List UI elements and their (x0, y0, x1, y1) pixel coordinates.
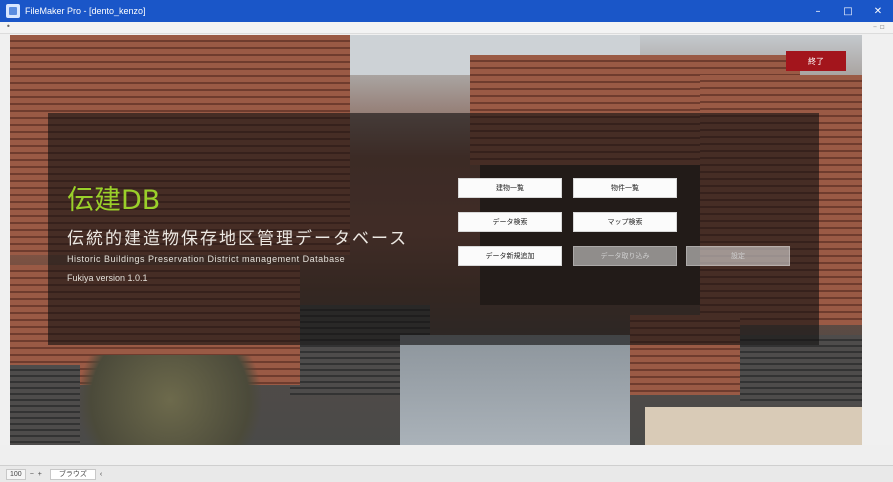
app-subtitle-japanese: 伝統的建造物保存地区管理データベース (67, 229, 409, 249)
exit-button[interactable]: 終了 (786, 51, 846, 71)
layout-bottom-margin (0, 445, 893, 465)
menu-strip: • – ▫ (0, 22, 893, 34)
fence-lower-right (645, 407, 862, 445)
property-list-button[interactable]: 物件一覧 (573, 178, 677, 198)
menu-overlay-card: 伝建DB 伝統的建造物保存地区管理データベース Historic Buildin… (48, 113, 819, 345)
zoom-level[interactable]: 100 (6, 468, 26, 480)
app-version: Fukiya version 1.0.1 (67, 273, 148, 283)
data-import-button[interactable]: データ取り込み (573, 246, 677, 266)
status-bar: 100 − + ブラウズ ‹ (0, 465, 893, 482)
menu-dot-icon[interactable]: • (6, 22, 11, 31)
mode-selector[interactable]: ブラウズ (49, 468, 96, 480)
window-controls: – □ ✕ (803, 0, 893, 22)
roof-tiles-left-top (10, 35, 350, 105)
close-button[interactable]: ✕ (863, 0, 893, 22)
data-search-button[interactable]: データ検索 (458, 212, 562, 232)
home-layout-panel: 終了 伝建DB 伝統的建造物保存地区管理データベース Historic Buil… (10, 35, 862, 445)
filemaker-app-icon (6, 4, 20, 18)
stone-road (400, 335, 630, 445)
window-title: FileMaker Pro - [dento_kenzo] (25, 6, 146, 16)
tree-lower-left (50, 355, 290, 445)
maximize-button[interactable]: □ (833, 0, 863, 22)
building-list-button[interactable]: 建物一覧 (458, 178, 562, 198)
settings-button[interactable]: 設定 (686, 246, 790, 266)
scroll-left-arrow-icon[interactable]: ‹ (100, 471, 102, 478)
minimize-button[interactable]: – (803, 0, 833, 22)
zoom-in-button[interactable]: + (38, 471, 42, 478)
metal-roof-right (740, 335, 862, 405)
title-bar: FileMaker Pro - [dento_kenzo] – □ ✕ (0, 0, 893, 22)
app-subtitle-english: Historic Buildings Preservation District… (67, 254, 346, 264)
doc-window-controls[interactable]: – ▫ (873, 22, 885, 31)
zoom-out-button[interactable]: − (30, 471, 34, 478)
data-new-button[interactable]: データ新規追加 (458, 246, 562, 266)
map-search-button[interactable]: マップ検索 (573, 212, 677, 232)
app-logo: 伝建DB (67, 185, 161, 216)
dark-roof-corner (10, 365, 80, 445)
